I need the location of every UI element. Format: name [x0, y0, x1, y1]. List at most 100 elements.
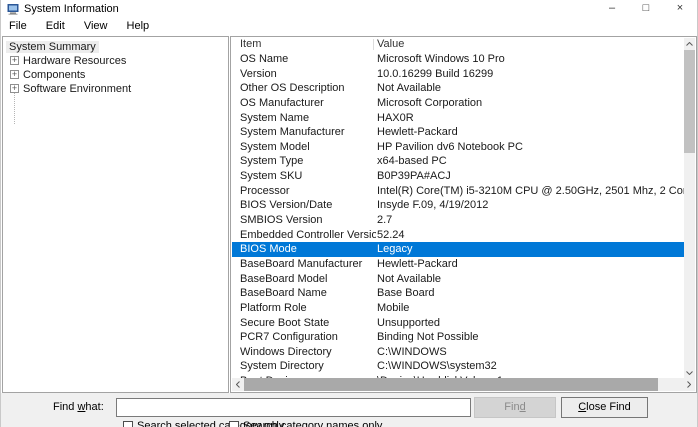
table-row[interactable]: System Typex64-based PC — [232, 154, 684, 169]
item-cell: System Type — [240, 154, 376, 169]
item-cell: OS Name — [240, 52, 376, 67]
scroll-down-icon[interactable] — [684, 367, 695, 378]
maximize-button[interactable]: □ — [629, 0, 663, 18]
list-header: Item Value — [232, 37, 684, 52]
minimize-button[interactable]: – — [595, 0, 629, 18]
item-cell: Platform Role — [240, 301, 376, 316]
scroll-right-icon[interactable] — [683, 378, 695, 391]
tree-item-system-summary[interactable]: System Summary — [3, 40, 99, 54]
expand-icon[interactable]: + — [10, 70, 19, 79]
value-cell: Unsupported — [377, 316, 684, 331]
column-header-value[interactable]: Value — [377, 38, 404, 50]
expand-icon[interactable]: + — [10, 84, 19, 93]
value-cell: Microsoft Windows 10 Pro — [377, 52, 684, 67]
close-find-button[interactable]: Close Find — [561, 397, 648, 418]
table-row[interactable]: Secure Boot StateUnsupported — [232, 316, 684, 331]
item-cell: Secure Boot State — [240, 316, 376, 331]
value-cell: C:\WINDOWS — [377, 345, 684, 360]
menu-help[interactable]: Help — [119, 18, 158, 34]
scroll-left-icon[interactable] — [232, 378, 244, 391]
value-cell: Intel(R) Core(TM) i5-3210M CPU @ 2.50GHz… — [377, 184, 684, 199]
search-options-row: Search selected category only Search cat… — [1, 420, 697, 427]
table-row[interactable]: BaseBoard NameBase Board — [232, 286, 684, 301]
item-cell: OS Manufacturer — [240, 96, 376, 111]
category-tree: System Summary + Hardware Resources + Co… — [2, 36, 229, 393]
menu-file[interactable]: File — [1, 18, 35, 34]
table-row[interactable]: PCR7 ConfigurationBinding Not Possible — [232, 330, 684, 345]
expand-icon[interactable]: + — [10, 56, 19, 65]
item-cell: System Model — [240, 140, 376, 155]
value-cell: Base Board — [377, 286, 684, 301]
menu-edit[interactable]: Edit — [38, 18, 73, 34]
value-cell: Mobile — [377, 301, 684, 316]
app-icon — [7, 3, 19, 15]
table-row[interactable]: Other OS DescriptionNot Available — [232, 81, 684, 96]
column-separator[interactable] — [373, 39, 374, 50]
table-row[interactable]: BaseBoard ModelNot Available — [232, 272, 684, 287]
table-row[interactable]: System ManufacturerHewlett-Packard — [232, 125, 684, 140]
horizontal-scroll-thumb[interactable] — [244, 378, 658, 391]
item-cell: BaseBoard Manufacturer — [240, 257, 376, 272]
column-header-item[interactable]: Item — [240, 38, 261, 50]
value-cell: Not Available — [377, 272, 684, 287]
table-row[interactable]: System ModelHP Pavilion dv6 Notebook PC — [232, 140, 684, 155]
value-cell: 52.24 — [377, 228, 684, 243]
vertical-scroll-thumb[interactable] — [684, 50, 695, 153]
value-cell: B0P39PA#ACJ — [377, 169, 684, 184]
table-row[interactable]: System NameHAX0R — [232, 111, 684, 126]
item-cell: Other OS Description — [240, 81, 376, 96]
item-cell: System Directory — [240, 359, 376, 374]
menu-view[interactable]: View — [76, 18, 116, 34]
checkbox-icon[interactable] — [229, 421, 239, 427]
table-row[interactable]: OS ManufacturerMicrosoft Corporation — [232, 96, 684, 111]
scroll-up-icon[interactable] — [684, 38, 695, 49]
find-what-label: Find what: — [53, 401, 104, 413]
item-cell: PCR7 Configuration — [240, 330, 376, 345]
table-row[interactable]: BaseBoard ManufacturerHewlett-Packard — [232, 257, 684, 272]
table-row[interactable]: SMBIOS Version2.7 — [232, 213, 684, 228]
table-row[interactable]: BIOS ModeLegacy — [232, 242, 684, 257]
item-cell: BaseBoard Model — [240, 272, 376, 287]
item-cell: System Manufacturer — [240, 125, 376, 140]
value-cell: Legacy — [377, 242, 684, 257]
horizontal-scrollbar[interactable] — [232, 378, 695, 391]
table-row[interactable]: Windows DirectoryC:\WINDOWS — [232, 345, 684, 360]
table-row[interactable]: Embedded Controller Version52.24 — [232, 228, 684, 243]
item-cell: Windows Directory — [240, 345, 376, 360]
find-input[interactable] — [116, 398, 471, 417]
close-button[interactable]: × — [663, 0, 697, 18]
table-row[interactable]: BIOS Version/DateInsyde F.09, 4/19/2012 — [232, 198, 684, 213]
table-row[interactable]: Version10.0.16299 Build 16299 — [232, 67, 684, 82]
item-cell: Embedded Controller Version — [240, 228, 376, 243]
value-cell: Hewlett-Packard — [377, 125, 684, 140]
value-cell: Not Available — [377, 81, 684, 96]
table-row[interactable]: ProcessorIntel(R) Core(TM) i5-3210M CPU … — [232, 184, 684, 199]
window-title: System Information — [24, 3, 119, 15]
value-cell: C:\WINDOWS\system32 — [377, 359, 684, 374]
value-cell: x64-based PC — [377, 154, 684, 169]
value-cell: 10.0.16299 Build 16299 — [377, 67, 684, 82]
vertical-scrollbar[interactable] — [684, 38, 695, 378]
item-cell: System Name — [240, 111, 376, 126]
detail-list: Item Value OS NameMicrosoft Windows 10 P… — [230, 36, 697, 393]
table-row[interactable]: System DirectoryC:\WINDOWS\system32 — [232, 359, 684, 374]
item-cell: SMBIOS Version — [240, 213, 376, 228]
find-button[interactable]: Find — [474, 397, 556, 418]
main-area: System Summary + Hardware Resources + Co… — [1, 36, 697, 393]
value-cell: Binding Not Possible — [377, 330, 684, 345]
value-cell: HP Pavilion dv6 Notebook PC — [377, 140, 684, 155]
checkbox-icon[interactable] — [123, 421, 133, 427]
value-cell: Microsoft Corporation — [377, 96, 684, 111]
title-bar: System Information – □ × — [1, 0, 697, 18]
item-cell: System SKU — [240, 169, 376, 184]
item-cell: BIOS Version/Date — [240, 198, 376, 213]
item-cell: Version — [240, 67, 376, 82]
search-category-names-checkbox[interactable]: Search category names only — [229, 420, 382, 427]
table-row[interactable]: Platform RoleMobile — [232, 301, 684, 316]
menu-bar: File Edit View Help — [1, 18, 697, 36]
item-cell: BIOS Mode — [240, 242, 376, 257]
table-row[interactable]: OS NameMicrosoft Windows 10 Pro — [232, 52, 684, 67]
value-cell: Insyde F.09, 4/19/2012 — [377, 198, 684, 213]
table-row[interactable]: System SKUB0P39PA#ACJ — [232, 169, 684, 184]
find-bar: Find what: Find Close Find Search select… — [1, 393, 697, 427]
